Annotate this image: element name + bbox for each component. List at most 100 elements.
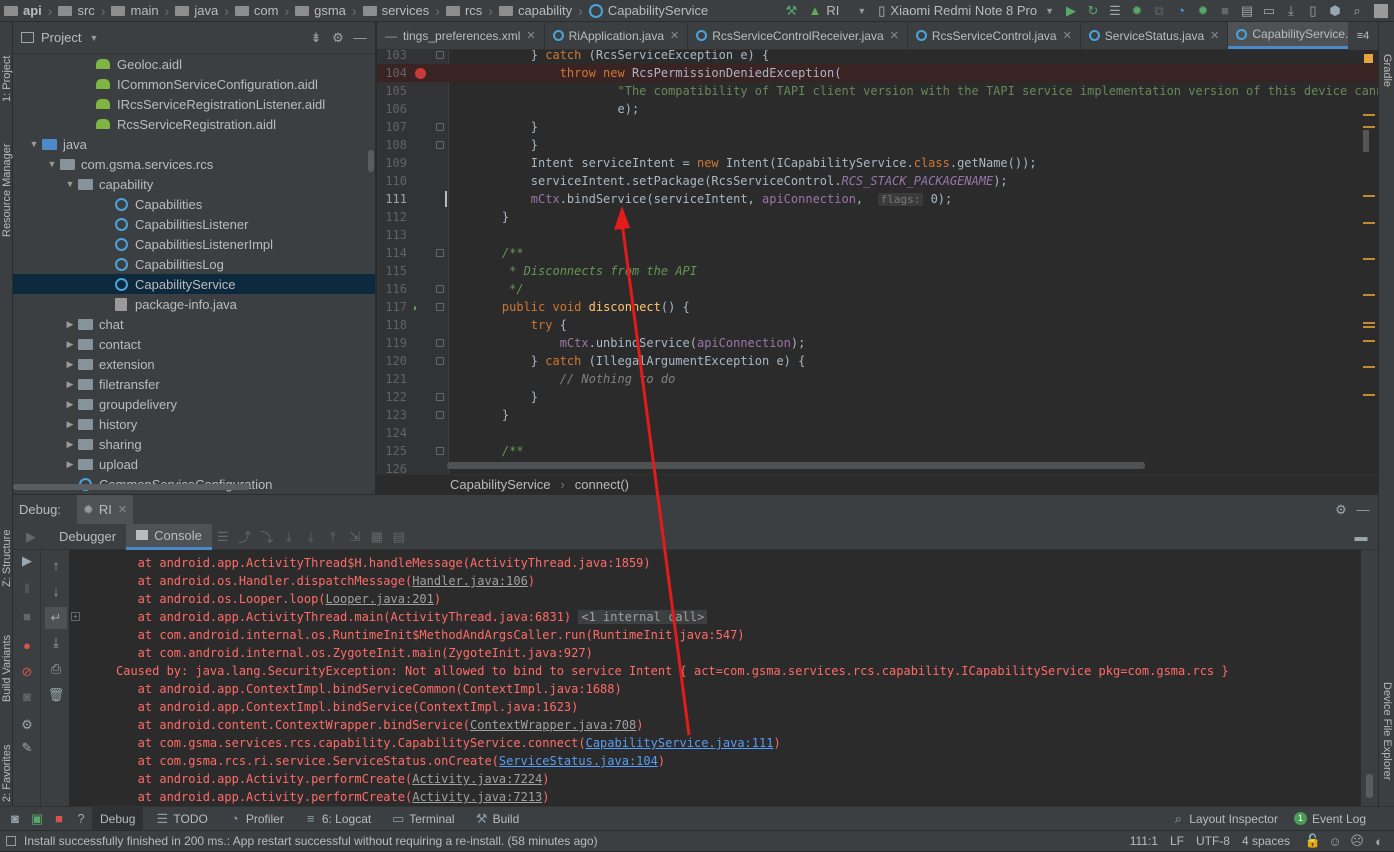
apply-changes-icon[interactable]: ↻ bbox=[1082, 0, 1104, 21]
close-icon[interactable]: ✕ bbox=[526, 29, 535, 42]
layout-icon[interactable]: ▬ bbox=[1350, 526, 1372, 548]
camera-icon[interactable]: ◙ bbox=[16, 685, 38, 707]
evaluate-icon[interactable]: ▦ bbox=[366, 526, 388, 548]
expand-arrow-icon[interactable]: ▶ bbox=[63, 319, 77, 330]
line-separator[interactable]: LF bbox=[1170, 834, 1184, 848]
warning-icon[interactable] bbox=[1364, 54, 1373, 63]
tree-item[interactable]: ▶ chat bbox=[13, 314, 375, 334]
tool-tab-project[interactable]: 1: Project bbox=[1, 56, 13, 102]
sdk-manager-icon[interactable]: ⤓ bbox=[1280, 0, 1302, 21]
close-icon[interactable]: ✕ bbox=[1063, 29, 1072, 42]
editor-tab[interactable]: RiApplication.java ✕ bbox=[545, 22, 689, 49]
search-icon[interactable]: ⌕ bbox=[1346, 0, 1368, 21]
tree-item[interactable]: ▶ extension bbox=[13, 354, 375, 374]
indent-setting[interactable]: 4 spaces bbox=[1242, 834, 1290, 848]
close-icon[interactable]: ✕ bbox=[670, 29, 679, 42]
screenshot-icon[interactable]: ◙ bbox=[4, 808, 26, 830]
down-arrow-icon[interactable]: ↓ bbox=[45, 580, 67, 602]
tree-item[interactable]: CapabilitiesLog bbox=[13, 254, 375, 274]
menu-icon[interactable]: ☰ bbox=[212, 526, 234, 548]
run-config-select[interactable]: ▲ RI ▼ bbox=[802, 2, 872, 20]
account-icon[interactable] bbox=[1374, 3, 1388, 18]
error-stripe[interactable] bbox=[1360, 50, 1378, 462]
avd-manager-icon[interactable]: ▭ bbox=[1258, 0, 1280, 21]
tree-item[interactable]: ICommonServiceConfiguration.aidl bbox=[13, 74, 375, 94]
hammer-icon[interactable]: ⚒ bbox=[780, 0, 802, 21]
stop-icon[interactable]: ■ bbox=[48, 808, 70, 830]
tree-item[interactable]: CapabilitiesListenerImpl bbox=[13, 234, 375, 254]
code-editor[interactable]: ◑ 103 } catch (RcsServiceException e) {1… bbox=[377, 50, 1378, 474]
tree-vertical-scrollbar[interactable] bbox=[368, 150, 374, 172]
device-select[interactable]: ▯ Xiaomi Redmi Note 8 Pro ▼ bbox=[872, 2, 1060, 20]
expand-arrow-icon[interactable]: ▼ bbox=[45, 159, 59, 169]
scroll-left-icon[interactable]: — bbox=[385, 29, 397, 43]
close-icon[interactable]: ✕ bbox=[1210, 29, 1219, 42]
tree-item[interactable]: Geoloc.aidl bbox=[13, 54, 375, 74]
print-icon[interactable]: ⎙ bbox=[45, 658, 67, 680]
memory-icon[interactable]: ◐ bbox=[1368, 830, 1390, 852]
tree-horizontal-scrollbar[interactable] bbox=[13, 484, 250, 490]
view-breakpoints-icon[interactable]: ● bbox=[16, 634, 38, 656]
close-icon[interactable]: ✕ bbox=[118, 503, 127, 516]
breadcrumb-method[interactable]: connect() bbox=[575, 477, 629, 492]
breadcrumb-item[interactable]: java bbox=[171, 0, 222, 21]
tab-build[interactable]: ⚒ Build bbox=[463, 807, 528, 831]
breadcrumb-item[interactable]: CapabilityService bbox=[585, 0, 712, 21]
layout-validation-icon[interactable]: ▣ bbox=[26, 808, 48, 830]
tree-item[interactable]: ▼ capability bbox=[13, 174, 375, 194]
breadcrumb-item[interactable]: rcs bbox=[442, 0, 486, 21]
gear-icon[interactable]: ⚙ bbox=[1330, 499, 1352, 521]
run-icon[interactable]: ▶ bbox=[1060, 0, 1082, 21]
lock-icon[interactable]: 🔓 bbox=[1302, 830, 1324, 852]
tree-item[interactable]: CapabilitiesListener bbox=[13, 214, 375, 234]
debug-icon[interactable]: ✹ bbox=[1126, 0, 1148, 21]
attach-process-icon[interactable]: ✹ bbox=[1192, 0, 1214, 21]
up-arrow-icon[interactable]: ↑ bbox=[45, 554, 67, 576]
tab-debug[interactable]: Debug bbox=[92, 806, 144, 831]
console-output[interactable]: at android.app.ActivityThread$H.handleMe… bbox=[69, 550, 1361, 806]
expand-frames-icon[interactable]: + bbox=[71, 612, 80, 621]
tab-profiler[interactable]: ◔ Profiler bbox=[216, 807, 292, 831]
tree-item[interactable]: ▶ filetransfer bbox=[13, 374, 375, 394]
expand-arrow-icon[interactable]: ▶ bbox=[63, 339, 77, 350]
scroll-to-end-icon[interactable]: ⤓ bbox=[45, 632, 67, 654]
breadcrumb-item[interactable]: main bbox=[107, 0, 162, 21]
tab-todo[interactable]: ☰ TODO bbox=[143, 807, 215, 831]
breadcrumb-item[interactable]: api bbox=[0, 0, 46, 21]
tree-item[interactable]: ▶ upload bbox=[13, 454, 375, 474]
expand-arrow-icon[interactable]: ▶ bbox=[63, 419, 77, 430]
face-icon[interactable]: ☺ bbox=[1324, 830, 1346, 852]
tab-logcat[interactable]: ≡ 6: Logcat bbox=[292, 807, 379, 831]
tool-tab-structure[interactable]: Z: Structure bbox=[1, 530, 13, 587]
sad-face-icon[interactable]: ☹ bbox=[1346, 830, 1368, 852]
view-breakpoints-icon[interactable] bbox=[16, 610, 38, 632]
hide-icon[interactable]: — bbox=[349, 27, 371, 49]
pause-icon[interactable]: ‖ bbox=[16, 577, 38, 599]
step-into-icon[interactable]: ⤓ bbox=[278, 526, 300, 548]
mute-breakpoints-icon[interactable]: ⊘ bbox=[16, 661, 38, 683]
trace-icon[interactable]: ▤ bbox=[388, 526, 410, 548]
step-over-icon[interactable]: ⤵ bbox=[256, 526, 278, 548]
hide-icon[interactable]: — bbox=[1352, 499, 1374, 521]
status-toggle-icon[interactable] bbox=[6, 836, 16, 846]
breadcrumb-item[interactable]: com bbox=[231, 0, 283, 21]
tree-item[interactable]: IRcsServiceRegistrationListener.aidl bbox=[13, 94, 375, 114]
soft-wrap-icon[interactable]: ↵ bbox=[45, 607, 67, 629]
stop-icon[interactable]: ■ bbox=[1214, 0, 1236, 21]
profile-icon[interactable]: ◔ bbox=[1170, 0, 1192, 21]
breadcrumb-class[interactable]: CapabilityService bbox=[450, 477, 550, 492]
caret-position[interactable]: 111:1 bbox=[1130, 834, 1158, 848]
expand-arrow-icon[interactable]: ▶ bbox=[63, 379, 77, 390]
chevron-down-icon[interactable]: ▼ bbox=[89, 33, 98, 43]
tool-tab-resource-manager[interactable]: Resource Manager bbox=[1, 143, 13, 237]
tree-item[interactable]: ▶ history bbox=[13, 414, 375, 434]
expand-arrow-icon[interactable]: ▶ bbox=[63, 359, 77, 370]
tree-item[interactable]: package-info.java bbox=[13, 294, 375, 314]
expand-arrow-icon[interactable]: ▶ bbox=[63, 439, 77, 450]
pin-icon[interactable]: ✎ bbox=[16, 737, 38, 759]
tree-item[interactable]: CapabilityService bbox=[13, 274, 375, 294]
tool-tab-gradle[interactable]: Gradle bbox=[1381, 54, 1393, 87]
gear-icon[interactable]: ⚙ bbox=[327, 27, 349, 49]
debug-session-tab[interactable]: ✹ RI ✕ bbox=[76, 494, 134, 525]
tree-item[interactable]: RcsServiceRegistration.aidl bbox=[13, 114, 375, 134]
